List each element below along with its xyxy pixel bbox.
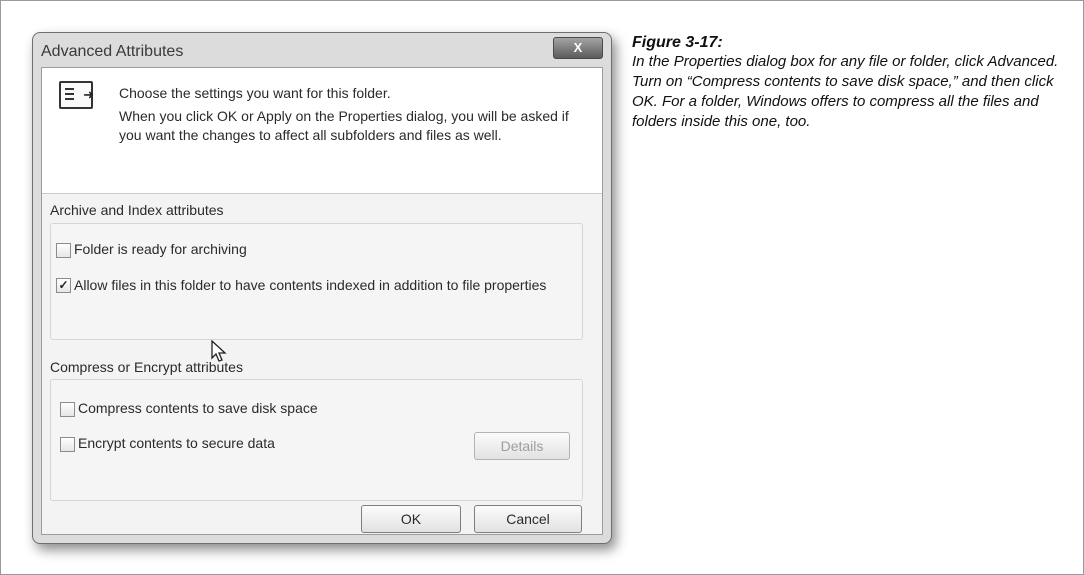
details-button[interactable]: Details [474,432,570,460]
cancel-button[interactable]: Cancel [474,505,582,533]
mouse-pointer-icon [211,340,227,362]
figure-caption-text: In the Properties dialog box for any fil… [632,53,1059,130]
folder-settings-icon: ➜ [59,81,94,109]
close-button[interactable]: X [553,37,603,59]
compress-checkbox[interactable] [60,402,75,417]
intro-description: When you click OK or Apply on the Proper… [119,108,569,143]
title-bar: Advanced Attributes X [33,33,611,67]
archive-group-title: Archive and Index attributes [50,202,224,218]
index-checkbox[interactable]: ✓ [56,278,71,293]
advanced-attributes-dialog: Advanced Attributes X ➜ Choose the setti… [32,32,612,544]
divider [42,193,602,194]
compress-checkbox-label[interactable]: Compress contents to save disk space [78,400,318,416]
dialog-content: ➜ Choose the settings you want for this … [41,67,603,535]
intro-area: ➜ Choose the settings you want for this … [42,68,602,193]
ok-button[interactable]: OK [361,505,461,533]
encrypt-checkbox-label[interactable]: Encrypt contents to secure data [78,435,275,451]
archive-checkbox-label[interactable]: Folder is ready for archiving [74,241,247,257]
dialog-title: Advanced Attributes [41,43,184,60]
encrypt-checkbox[interactable] [60,437,75,452]
figure-caption-title: Figure 3-17: [632,34,723,51]
intro-heading: Choose the settings you want for this fo… [119,85,391,101]
index-checkbox-label[interactable]: Allow files in this folder to have conte… [74,276,574,295]
archive-checkbox[interactable] [56,243,71,258]
